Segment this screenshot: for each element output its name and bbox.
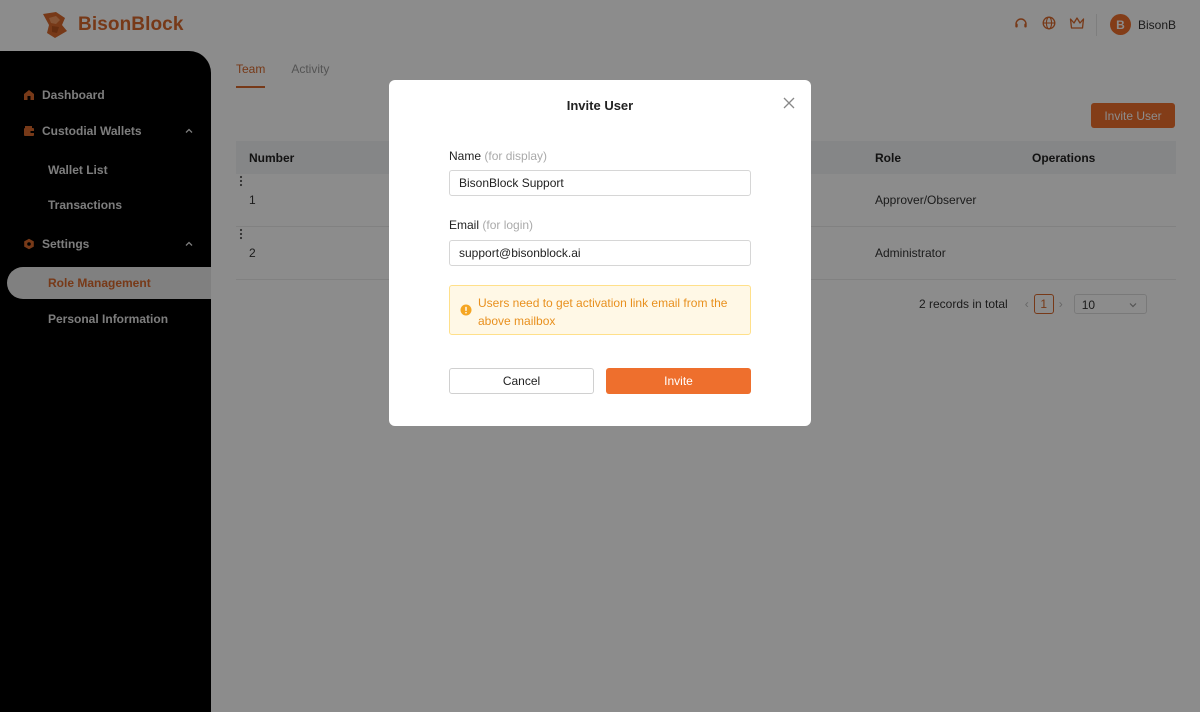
- name-label-text: Name: [449, 149, 482, 163]
- email-input[interactable]: [449, 240, 751, 266]
- notice-text: Users need to get activation link email …: [478, 296, 728, 328]
- email-field-label: Email (for login): [449, 218, 533, 232]
- dialog-title: Invite User: [566, 98, 634, 113]
- email-label-hint: (for login): [482, 218, 534, 232]
- name-label-hint: (for display): [484, 149, 548, 163]
- name-field-label: Name (for display): [449, 149, 547, 163]
- name-input[interactable]: [449, 170, 751, 196]
- email-label-text: Email: [449, 218, 480, 232]
- invite-button[interactable]: Invite: [606, 368, 751, 394]
- activation-notice: Users need to get activation link email …: [449, 285, 751, 335]
- invite-user-dialog: Invite User Name (for display) Email (fo…: [389, 80, 811, 426]
- close-icon[interactable]: [782, 96, 796, 110]
- cancel-button[interactable]: Cancel: [449, 368, 594, 394]
- warning-icon: [460, 304, 472, 316]
